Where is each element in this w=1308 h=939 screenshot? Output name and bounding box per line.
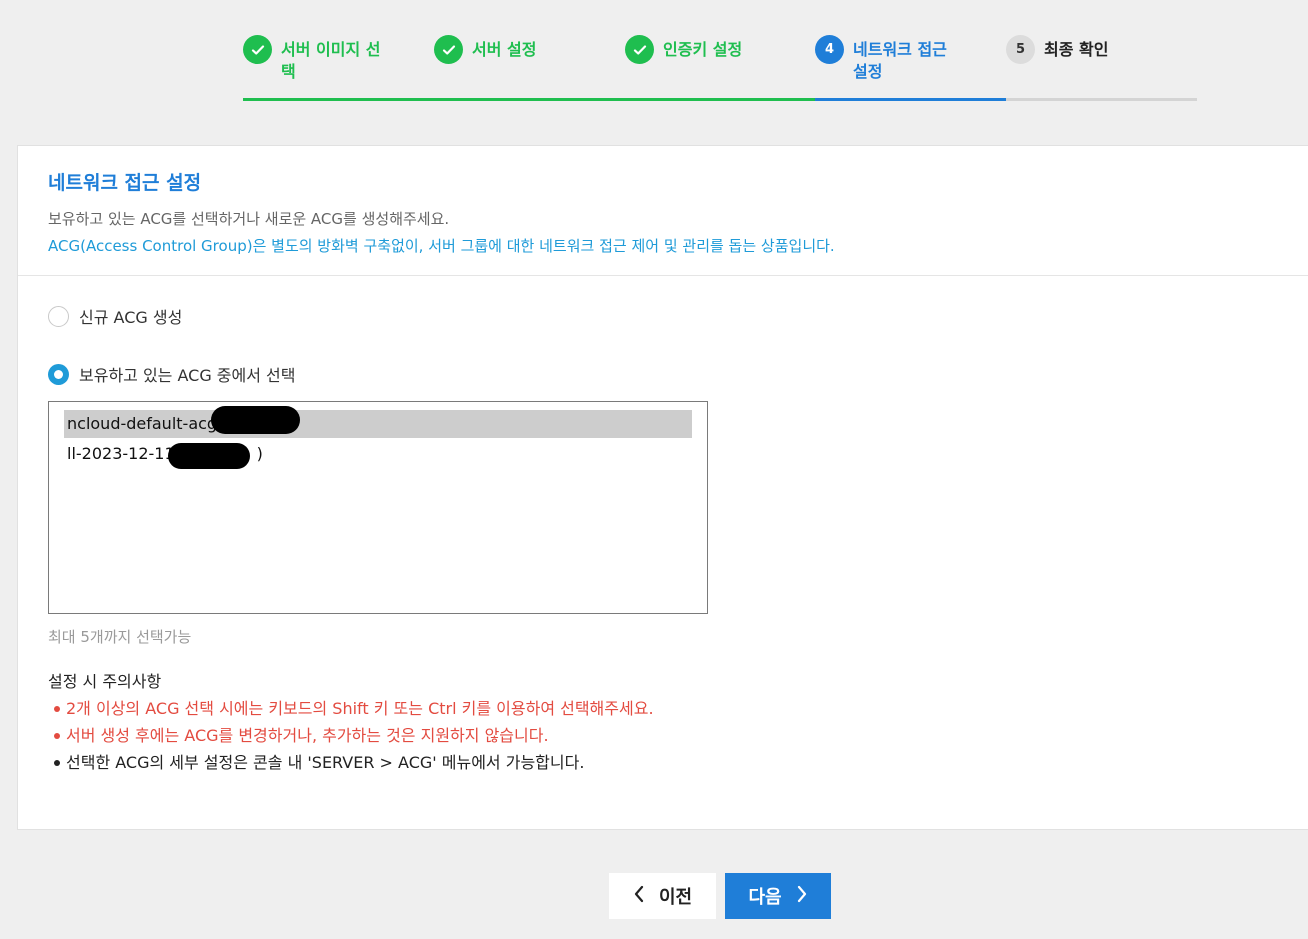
acg-list-item[interactable]: ll-2023-12-11): [64, 440, 692, 469]
new-acg-radio[interactable]: [48, 305, 69, 327]
existing-acg-radio[interactable]: [48, 363, 69, 385]
prev-button-label: 이전: [658, 887, 693, 908]
next-button[interactable]: 다음: [725, 873, 831, 919]
step-auth-key: 인증키 설정: [625, 35, 816, 101]
selection-limit-hint: 최대 5개까지 선택가능: [48, 628, 192, 646]
step-label: 네트워크 접근 설정: [853, 40, 947, 81]
description-text: 보유하고 있는 ACG를 선택하거나 새로운 ACG를 생성해주세요.: [48, 210, 450, 228]
step-server-image: 서버 이미지 선택: [243, 35, 434, 101]
existing-acg-label: 보유하고 있는 ACG 중에서 선택: [79, 366, 296, 385]
next-button-label: 다음: [748, 887, 782, 908]
existing-acg-option[interactable]: 보유하고 있는 ACG 중에서 선택: [48, 362, 296, 386]
step-progress-bar: [815, 98, 1006, 101]
caution-notes: 설정 시 주의사항 2개 이상의 ACG 선택 시에는 키보드의 Shift 키…: [48, 668, 654, 776]
acg-item-name: ll-2023-12-11: [67, 444, 175, 463]
step-label: 인증키 설정: [663, 40, 743, 59]
note-item: 선택한 ACG의 세부 설정은 콘솔 내 'SERVER > ACG' 메뉴에서…: [48, 749, 654, 776]
redaction-mark: [168, 443, 250, 469]
acg-item-name: ncloud-default-acg: [67, 414, 218, 433]
step-number: 5: [1006, 35, 1035, 64]
step-progress-bar: [434, 98, 625, 101]
card-header: 네트워크 접근 설정 보유하고 있는 ACG를 선택하거나 새로운 ACG를 생…: [18, 146, 1308, 276]
step-label: 최종 확인: [1044, 40, 1109, 59]
chevron-right-icon: [796, 885, 808, 908]
step-progress-bar: [625, 98, 816, 101]
new-acg-label: 신규 ACG 생성: [79, 308, 183, 327]
redaction-mark: [211, 406, 300, 434]
step-network-access: 4 네트워크 접근 설정: [815, 35, 1006, 101]
progress-stepper: 서버 이미지 선택 서버 설정 인증키 설정 4 네트워크 접근 설정 5 최종…: [243, 35, 1197, 101]
step-progress-bar: [243, 98, 434, 101]
note-item: 서버 생성 후에는 ACG를 변경하거나, 추가하는 것은 지원하지 않습니다.: [48, 722, 654, 749]
new-acg-option[interactable]: 신규 ACG 생성: [48, 304, 182, 328]
note-item: 2개 이상의 ACG 선택 시에는 키보드의 Shift 키 또는 Ctrl 키…: [48, 695, 654, 722]
check-icon: [434, 35, 463, 64]
step-server-settings: 서버 설정: [434, 35, 625, 101]
page-title: 네트워크 접근 설정: [48, 172, 202, 194]
prev-button[interactable]: 이전: [609, 873, 716, 919]
step-number: 4: [815, 35, 844, 64]
acg-list-item[interactable]: ncloud-default-acg: [64, 406, 692, 438]
step-label: 서버 설정: [472, 40, 537, 59]
step-label: 서버 이미지 선택: [281, 40, 381, 81]
chevron-left-icon: [633, 885, 645, 908]
notes-title: 설정 시 주의사항: [48, 672, 162, 691]
step-final-confirm: 5 최종 확인: [1006, 35, 1197, 101]
check-icon: [243, 35, 272, 64]
network-access-card: 네트워크 접근 설정 보유하고 있는 ACG를 선택하거나 새로운 ACG를 생…: [17, 145, 1308, 830]
step-progress-bar: [1006, 98, 1197, 101]
acg-description-text: ACG(Access Control Group)은 별도의 방화벽 구축없이,…: [48, 237, 835, 255]
acg-item-suffix: ): [256, 444, 263, 463]
check-icon: [625, 35, 654, 64]
acg-select-list[interactable]: ncloud-default-acg ll-2023-12-11): [48, 401, 708, 614]
